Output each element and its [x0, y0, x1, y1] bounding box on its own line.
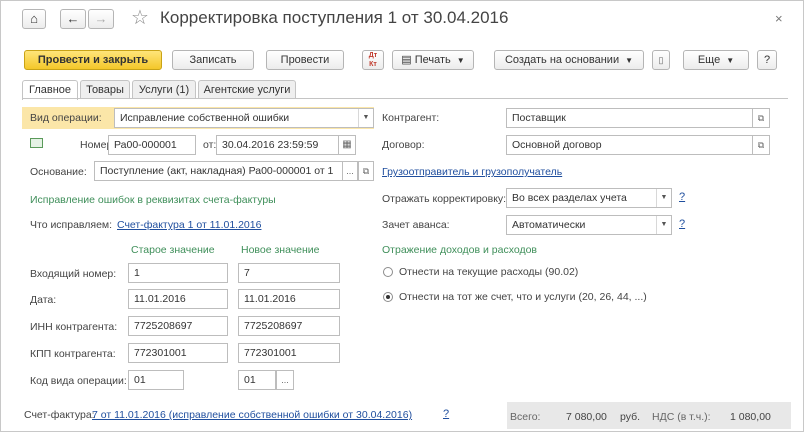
advance-offset-select[interactable]: Автоматически ▼: [506, 215, 672, 235]
operation-label: Вид операции:: [30, 112, 102, 124]
open-icon[interactable]: ⧉: [752, 135, 770, 155]
ellipsis-icon[interactable]: ...: [342, 161, 358, 181]
favorite-star-icon[interactable]: ☆: [131, 5, 149, 30]
operation-type-select[interactable]: Исправление собственной ошибки ▼: [114, 108, 374, 128]
operation-code-old[interactable]: 01: [128, 370, 184, 390]
total-value: 7 080,00: [566, 411, 607, 423]
what-fix-link[interactable]: Счет-фактура 1 от 11.01.2016: [117, 219, 261, 231]
radio-same-account[interactable]: [383, 292, 393, 302]
contract-input[interactable]: Основной договор: [506, 135, 754, 155]
basis-input[interactable]: Поступление (акт, накладная) Ра00-000001…: [94, 161, 344, 181]
chevron-down-icon: ▼: [625, 56, 634, 65]
date-from-label: от:: [203, 139, 217, 151]
tab-main[interactable]: Главное: [22, 80, 78, 100]
total-label: Всего:: [510, 411, 541, 423]
vat-value: 1 080,00: [730, 411, 771, 423]
reflect-correction-label: Отражать корректировку:: [382, 193, 507, 205]
kpp-old[interactable]: 772301001: [128, 343, 228, 363]
reflect-correction-select[interactable]: Во всех разделах учета ▼: [506, 188, 672, 208]
date-old[interactable]: 11.01.2016: [128, 289, 228, 309]
number-input[interactable]: Ра00-000001: [108, 135, 196, 155]
help-button[interactable]: ?: [757, 50, 777, 70]
incoming-number-old[interactable]: 1: [128, 263, 228, 283]
shipper-consignee-link[interactable]: Грузоотправитель и грузополучатель: [382, 166, 562, 178]
help-question-icon[interactable]: ?: [443, 408, 449, 420]
tab-goods[interactable]: Товары: [80, 80, 130, 99]
radio-current-expenses-label: Отнести на текущие расходы (90.02): [399, 266, 579, 278]
chevron-down-icon: ▼: [726, 56, 735, 65]
more-button[interactable]: Еще ▼: [683, 50, 749, 70]
home-button[interactable]: ⌂: [22, 9, 46, 29]
date-new[interactable]: 11.01.2016: [238, 289, 340, 309]
back-arrow-icon: ←: [66, 11, 80, 26]
tab-agent-services[interactable]: Агентские услуги: [198, 80, 296, 99]
help-question-icon[interactable]: ?: [679, 191, 685, 203]
posted-document-icon: [30, 138, 43, 148]
footer-invoice-link[interactable]: 7 от 11.01.2016 (исправление собственной…: [92, 409, 412, 421]
radio-current-expenses[interactable]: [383, 267, 393, 277]
home-icon: ⌂: [30, 11, 38, 26]
income-expense-heading: Отражение доходов и расходов: [382, 244, 537, 256]
old-value-header: Старое значение: [131, 244, 215, 256]
save-button[interactable]: Записать: [172, 50, 254, 70]
create-based-on-button[interactable]: Создать на основании ▼: [494, 50, 644, 70]
inn-label: ИНН контрагента:: [30, 321, 118, 333]
kpp-label: КПП контрагента:: [30, 348, 116, 360]
document-icon[interactable]: ▯: [652, 50, 670, 70]
incoming-number-new[interactable]: 7: [238, 263, 340, 283]
chevron-down-icon: ▼: [456, 56, 465, 65]
incoming-number-label: Входящий номер:: [30, 268, 117, 280]
footer-invoice-label: Счет-фактура:: [24, 409, 95, 421]
date-row-label: Дата:: [30, 294, 57, 306]
basis-label: Основание:: [30, 166, 87, 178]
page-title: Корректировка поступления 1 от 30.04.201…: [160, 8, 509, 27]
vat-label: НДС (в т.ч.):: [652, 411, 711, 423]
chevron-down-icon: ▼: [656, 189, 671, 207]
operation-code-new[interactable]: 01: [238, 370, 276, 390]
operation-code-label: Код вида операции:: [30, 375, 127, 387]
counterparty-label: Контрагент:: [382, 112, 440, 124]
close-icon[interactable]: ×: [775, 11, 783, 26]
post-button[interactable]: Провести: [266, 50, 344, 70]
advance-offset-label: Зачет аванса:: [382, 219, 450, 231]
forward-arrow-icon: →: [94, 11, 108, 26]
what-fix-label: Что исправляем:: [30, 219, 113, 231]
ellipsis-icon[interactable]: ...: [276, 370, 294, 390]
tab-services[interactable]: Услуги (1): [132, 80, 196, 99]
chevron-down-icon: ▼: [358, 109, 373, 127]
contract-label: Договор:: [382, 139, 425, 151]
calendar-icon[interactable]: ▦: [338, 135, 356, 155]
inn-new[interactable]: 7725208697: [238, 316, 340, 336]
counterparty-input[interactable]: Поставщик: [506, 108, 754, 128]
tab-divider: [22, 98, 788, 99]
radio-same-account-label: Отнести на тот же счет, что и услуги (20…: [399, 291, 647, 303]
kpp-new[interactable]: 772301001: [238, 343, 340, 363]
print-button[interactable]: ▤ Печать ▼: [392, 50, 474, 70]
forward-button[interactable]: →: [88, 9, 114, 29]
open-icon[interactable]: ⧉: [358, 161, 374, 181]
new-value-header: Новое значение: [241, 244, 320, 256]
post-and-close-button[interactable]: Провести и закрыть: [24, 50, 162, 70]
back-button[interactable]: ←: [60, 9, 86, 29]
help-question-icon[interactable]: ?: [679, 218, 685, 230]
debit-credit-icon[interactable]: Дт Кт: [362, 50, 384, 70]
invoice-correction-heading: Исправление ошибок в реквизитах счета-фа…: [30, 194, 276, 206]
printer-icon: ▤: [401, 54, 415, 66]
inn-old[interactable]: 7725208697: [128, 316, 228, 336]
currency-label: руб.: [620, 411, 641, 423]
open-icon[interactable]: ⧉: [752, 108, 770, 128]
date-input[interactable]: 30.04.2016 23:59:59: [216, 135, 340, 155]
chevron-down-icon: ▼: [656, 216, 671, 234]
